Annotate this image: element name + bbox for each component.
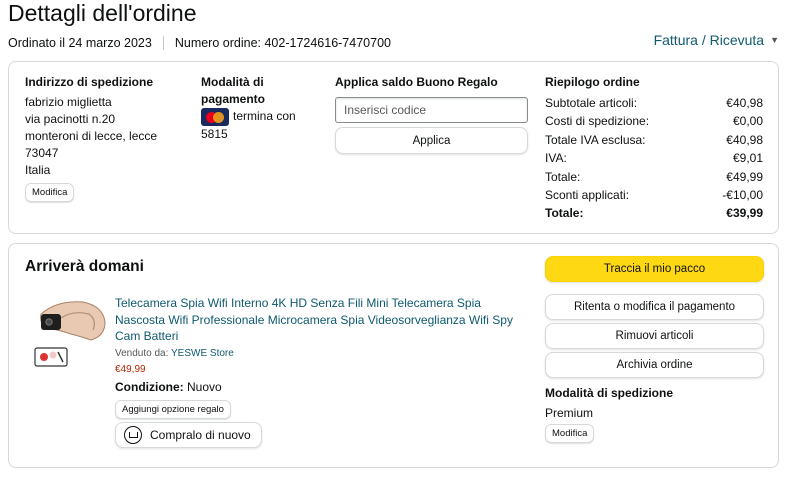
summary-row: Costi di spedizione: €0,00	[545, 112, 763, 130]
edit-address-button[interactable]: Modifica	[25, 183, 75, 202]
summary-label: Sconti applicati:	[545, 188, 630, 203]
track-package-button[interactable]: Traccia il mio pacco	[545, 256, 764, 282]
summary-label: Totale:	[545, 206, 584, 221]
address-line: fabrizio miglietta	[25, 95, 112, 109]
order-number: Numero ordine: 402-1724616-7470700	[174, 36, 391, 50]
seller-prefix: Venduto da:	[115, 348, 169, 359]
summary-value: €39,99	[726, 206, 763, 221]
payment-heading-line: Modalità di	[201, 75, 264, 89]
archive-order-button[interactable]: Archivia ordine	[545, 352, 764, 378]
address-line: monteroni di lecce, lecce	[25, 129, 158, 143]
buy-again-button[interactable]: Compralo di nuovo	[115, 422, 262, 448]
product-condition: Condizione: Nuovo	[115, 380, 222, 394]
condition-label: Condizione:	[115, 380, 184, 394]
summary-label: IVA:	[545, 151, 567, 166]
product-image[interactable]	[31, 294, 109, 372]
delivery-card: Arriverà domani Telecamera Spia Wifi Int…	[8, 243, 779, 468]
add-gift-option-button[interactable]: Aggiungi opzione regalo	[115, 400, 231, 419]
delivery-heading: Arriverà domani	[25, 258, 144, 275]
page-title: Dettagli dell'ordine	[8, 0, 197, 26]
buy-again-icon	[124, 426, 142, 444]
order-summary-card: Indirizzo di spedizione fabrizio migliet…	[8, 61, 779, 234]
summary-row: Totale: €49,99	[545, 168, 763, 186]
gift-card-section: Applica saldo Buono Regalo Applica	[335, 74, 535, 154]
chevron-down-icon: ▼	[770, 35, 779, 45]
order-meta: Ordinato il 24 marzo 2023 Numero ordine:…	[8, 36, 391, 50]
summary-label: Totale:	[545, 169, 581, 184]
address-line: 73047	[25, 146, 59, 160]
seller-store-link[interactable]: YESWE Store	[171, 348, 234, 359]
card-info: termina con	[201, 108, 311, 126]
summary-grand-total-row: Totale: €39,99	[545, 204, 763, 222]
address-line: via pacinotti n.20	[25, 112, 116, 126]
gift-code-input[interactable]	[335, 97, 528, 123]
summary-label: Costi di spedizione:	[545, 114, 650, 129]
edit-shipping-method-button[interactable]: Modifica	[545, 424, 595, 443]
product-thumbnail-icon	[34, 301, 106, 367]
remove-items-button[interactable]: Rimuovi articoli	[545, 323, 764, 349]
invoice-label: Fattura / Ricevuta	[653, 32, 765, 48]
meta-divider	[162, 36, 164, 50]
summary-row: Totale IVA esclusa: €40,98	[545, 131, 763, 149]
summary-row: IVA: €9,01	[545, 149, 763, 167]
payment-method-section: Modalità di pagamento termina con 5815	[201, 74, 311, 143]
summary-value: €9,01	[732, 151, 763, 166]
payment-heading-line: pagamento	[201, 92, 266, 106]
invoice-dropdown[interactable]: Fattura / Ricevuta ▼	[654, 32, 779, 48]
shipping-method-value: Premium	[545, 406, 594, 420]
order-summary-heading: Riepilogo ordine	[545, 75, 640, 89]
gift-card-heading: Applica saldo Buono Regalo	[335, 75, 498, 89]
summary-value: €40,98	[726, 132, 763, 147]
card-digits: 5815	[201, 127, 228, 141]
retry-payment-button[interactable]: Ritenta o modifica il pagamento	[545, 294, 764, 320]
seller-info: Venduto da: YESWE Store	[115, 348, 234, 359]
shipping-method-heading: Modalità di spedizione	[545, 386, 674, 400]
address-line: Italia	[25, 163, 51, 177]
summary-label: Subtotale articoli:	[545, 96, 638, 110]
shipping-address-section: Indirizzo di spedizione fabrizio migliet…	[25, 74, 185, 202]
summary-value: €40,98	[726, 96, 763, 110]
condition-value: Nuovo	[187, 380, 222, 394]
apply-gift-button[interactable]: Applica	[335, 127, 528, 154]
summary-value: -€10,00	[722, 188, 763, 203]
shipping-address-heading: Indirizzo di spedizione	[25, 75, 154, 89]
summary-value: €49,99	[726, 169, 763, 184]
order-date: Ordinato il 24 marzo 2023	[8, 36, 152, 50]
summary-row: Subtotale articoli: €40,98	[545, 94, 763, 112]
product-title-link[interactable]: Telecamera Spia Wifi Interno 4K HD Senza…	[115, 295, 515, 345]
payment-heading: Modalità di pagamento	[201, 74, 311, 108]
summary-label: Totale IVA esclusa:	[545, 132, 646, 147]
order-actions: Traccia il mio pacco Ritenta o modifica …	[545, 256, 764, 443]
buy-again-label: Compralo di nuovo	[150, 428, 251, 442]
summary-value: €0,00	[732, 114, 763, 129]
order-totals-section: Riepilogo ordine Subtotale articoli: €40,…	[545, 74, 763, 223]
card-ending-text: termina con	[233, 109, 296, 124]
mastercard-icon	[201, 108, 229, 126]
product-price: €49,99	[115, 364, 146, 375]
summary-row: Sconti applicati: -€10,00	[545, 186, 763, 204]
